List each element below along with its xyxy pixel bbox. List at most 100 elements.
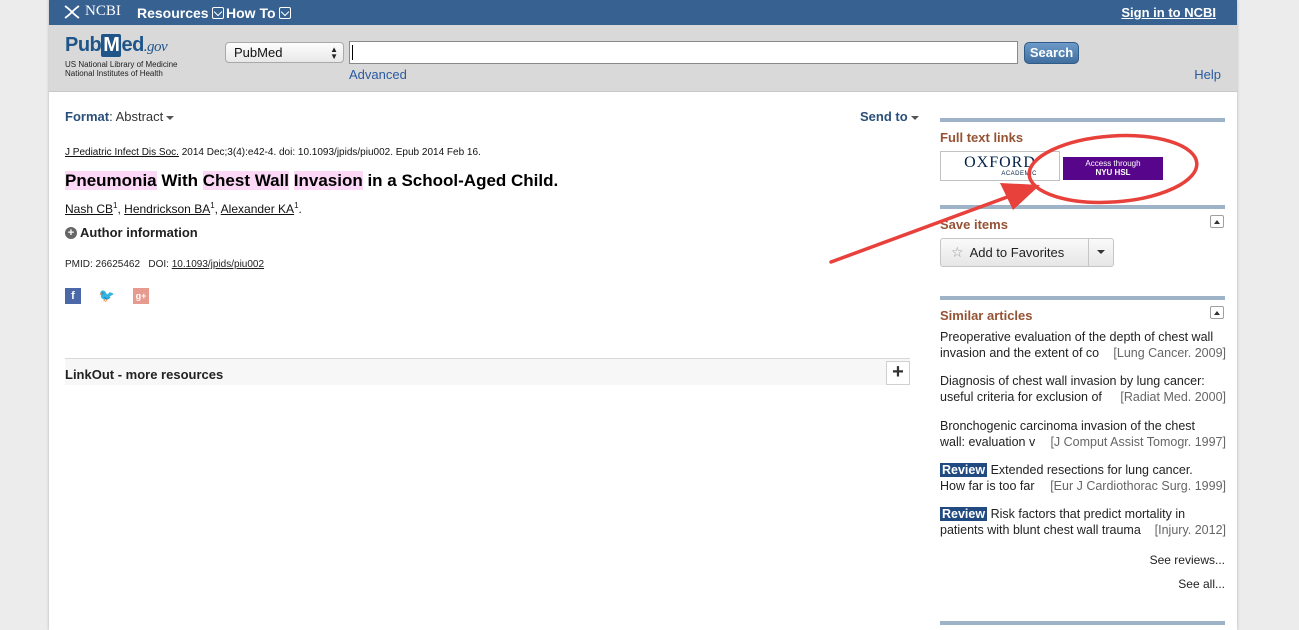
nyu-access-line2: NYU HSL bbox=[1095, 168, 1131, 177]
search-input[interactable] bbox=[349, 41, 1018, 64]
linkout-label[interactable]: LinkOut - more resources bbox=[65, 367, 223, 382]
search-button[interactable]: Search bbox=[1024, 42, 1079, 64]
ncbi-logo[interactable]: NCBI bbox=[63, 3, 121, 20]
select-arrows-icon: ▲ ▼ bbox=[330, 45, 338, 61]
search-header: Pub Med.gov US National Library of Medici… bbox=[49, 25, 1237, 92]
advanced-search-link[interactable]: Advanced bbox=[349, 67, 407, 82]
expand-plus-icon: + bbox=[65, 226, 77, 239]
pubmed-wordmark: Pub Med.gov bbox=[65, 34, 168, 57]
favorites-dropdown-toggle[interactable] bbox=[1088, 239, 1113, 266]
resources-menu[interactable]: Resources bbox=[137, 5, 224, 21]
similar-article-title-cont: useful criteria for exclusion of bbox=[940, 390, 1102, 404]
pubmed-logo[interactable]: Pub Med.gov US National Library of Medici… bbox=[65, 34, 178, 78]
add-to-favorites-label: Add to Favorites bbox=[969, 245, 1065, 260]
author-information-toggle[interactable]: + Author information bbox=[65, 225, 198, 240]
database-select-value: PubMed bbox=[234, 45, 283, 60]
similar-article-item[interactable]: Preoperative evaluation of the depth of … bbox=[940, 329, 1226, 361]
text-cursor bbox=[352, 45, 353, 60]
twitter-icon[interactable]: 🐦 bbox=[99, 288, 115, 304]
collapse-similar-articles-button[interactable] bbox=[1210, 306, 1224, 319]
title-text: in a School-Aged Child. bbox=[362, 171, 559, 190]
author-affil-sup: 1 bbox=[113, 201, 118, 210]
pmid: PMID: 26625462 bbox=[65, 259, 141, 270]
nyu-access-line1: Access through bbox=[1085, 159, 1141, 168]
similar-article-source: [Lung Cancer. 2009] bbox=[1113, 346, 1226, 360]
add-to-favorites-main[interactable]: ☆ Add to Favorites bbox=[941, 239, 1088, 266]
author-link[interactable]: Alexander KA bbox=[221, 202, 294, 216]
author-link[interactable]: Hendrickson BA bbox=[124, 202, 210, 216]
title-highlight: Invasion bbox=[293, 171, 363, 190]
similar-article-title: Diagnosis of chest wall invasion by lung… bbox=[940, 374, 1205, 388]
citation-line: J Pediatric Infect Dis Soc. 2014 Dec;3(4… bbox=[65, 147, 481, 158]
similar-article-source: [Eur J Cardiothorac Surg. 1999] bbox=[1050, 479, 1226, 493]
review-badge: Review bbox=[940, 463, 988, 477]
sign-in-link[interactable]: Sign in to NCBI bbox=[1121, 5, 1216, 20]
nyu-hsl-access-button[interactable]: Access through NYU HSL bbox=[1063, 157, 1163, 180]
full-text-links-heading: Full text links bbox=[940, 130, 1024, 145]
citation-details: 2014 Dec;3(4):e42-4. doi: 10.1093/jpids/… bbox=[178, 147, 481, 158]
ncbi-top-bar: NCBI Resources How To Sign in to NCBI bbox=[49, 0, 1237, 25]
google-plus-icon[interactable]: g+ bbox=[133, 288, 149, 304]
review-badge: Review bbox=[940, 507, 988, 521]
page: NCBI Resources How To Sign in to NCBI Pu… bbox=[49, 0, 1237, 630]
oxford-logo-text: OXFORD bbox=[964, 154, 1036, 171]
how-to-menu[interactable]: How To bbox=[226, 5, 291, 21]
similar-article-title-cont: wall: evaluation v bbox=[940, 435, 1036, 449]
article-title: Pneumonia With Chest Wall Invasion in a … bbox=[65, 171, 558, 191]
author-link[interactable]: Nash CB bbox=[65, 202, 113, 216]
doi-link[interactable]: 10.1093/jpids/piu002 bbox=[172, 259, 264, 270]
see-reviews-link[interactable]: See reviews... bbox=[1089, 553, 1225, 567]
journal-link[interactable]: J Pediatric Infect Dis Soc. bbox=[65, 147, 179, 158]
similar-article-item[interactable]: Diagnosis of chest wall invasion by lung… bbox=[940, 373, 1226, 405]
similar-articles-heading: Similar articles bbox=[940, 308, 1033, 323]
section-divider bbox=[940, 118, 1225, 122]
similar-article-item[interactable]: Review Risk factors that predict mortali… bbox=[940, 506, 1226, 538]
database-select[interactable]: PubMed ▲ ▼ bbox=[225, 42, 344, 63]
section-divider bbox=[940, 205, 1225, 209]
help-link[interactable]: Help bbox=[1194, 67, 1221, 82]
similar-article-title-cont: invasion and the extent of co bbox=[940, 346, 1100, 360]
star-icon: ☆ bbox=[951, 244, 964, 260]
chevron-down-icon bbox=[278, 7, 291, 19]
author-list: Nash CB1, Hendrickson BA1, Alexander KA1… bbox=[65, 201, 302, 216]
resources-label: Resources bbox=[137, 5, 209, 21]
caret-down-icon bbox=[910, 115, 919, 120]
facebook-icon[interactable]: f bbox=[65, 288, 81, 304]
linkout-expand-button[interactable]: + bbox=[886, 361, 910, 385]
how-to-label: How To bbox=[226, 5, 276, 21]
ncbi-logo-text: NCBI bbox=[85, 3, 121, 19]
collapse-save-items-button[interactable] bbox=[1210, 215, 1224, 228]
similar-article-item[interactable]: Bronchogenic carcinoma invasion of the c… bbox=[940, 418, 1226, 450]
ncbi-helix-icon bbox=[64, 4, 80, 19]
org-line-nih: National Institutes of Health bbox=[65, 69, 163, 78]
add-to-favorites-button[interactable]: ☆ Add to Favorites bbox=[940, 238, 1114, 267]
format-menu[interactable]: Format: Abstract bbox=[65, 109, 175, 124]
doi-label: DOI: bbox=[148, 259, 172, 270]
section-divider bbox=[940, 296, 1225, 300]
format-value: : Abstract bbox=[109, 109, 164, 124]
title-highlight: Pneumonia bbox=[65, 171, 157, 190]
oxford-logo-sub: ACADEMIC bbox=[1001, 171, 1037, 177]
similar-article-title-cont: How far is too far bbox=[940, 479, 1035, 493]
similar-article-title-cont: patients with blunt chest wall trauma bbox=[940, 523, 1141, 537]
oxford-academic-link[interactable]: OXFORD ACADEMIC bbox=[940, 151, 1060, 181]
caret-down-icon bbox=[1097, 250, 1105, 254]
chevron-down-icon bbox=[211, 7, 224, 19]
author-affil-sup: 1 bbox=[210, 201, 215, 210]
title-text: With bbox=[156, 171, 203, 190]
similar-article-title: Extended resections for lung cancer. bbox=[990, 463, 1193, 477]
linkout-section: LinkOut - more resources + bbox=[65, 358, 910, 385]
similar-article-title: Risk factors that predict mortality in bbox=[990, 507, 1186, 521]
social-share-bar: f 🐦 g+ bbox=[65, 288, 149, 304]
section-divider bbox=[940, 621, 1225, 625]
see-all-link[interactable]: See all... bbox=[1089, 577, 1225, 591]
similar-article-source: [Injury. 2012] bbox=[1154, 523, 1226, 537]
org-line-nlm: US National Library of Medicine bbox=[65, 60, 178, 69]
send-to-label: Send to bbox=[860, 109, 908, 124]
save-items-heading: Save items bbox=[940, 217, 1008, 232]
similar-article-title: Bronchogenic carcinoma invasion of the c… bbox=[940, 419, 1196, 433]
similar-article-source: [Radiat Med. 2000] bbox=[1120, 390, 1226, 404]
similar-article-source: [J Comput Assist Tomogr. 1997] bbox=[1050, 435, 1226, 449]
similar-article-item[interactable]: Review Extended resections for lung canc… bbox=[940, 462, 1226, 494]
send-to-menu[interactable]: Send to bbox=[860, 109, 919, 124]
